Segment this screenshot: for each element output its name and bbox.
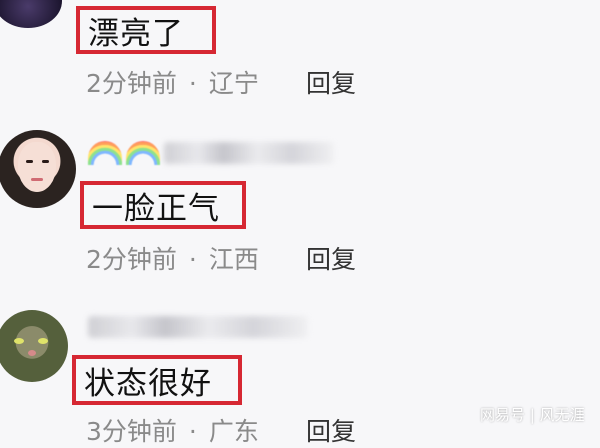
comment-location: 辽宁 (208, 69, 259, 98)
avatar-eye (38, 338, 48, 344)
avatar[interactable] (0, 0, 62, 28)
avatar-mouth (31, 178, 43, 181)
blurred-name (164, 142, 334, 164)
avatar[interactable] (0, 310, 68, 382)
reply-button[interactable]: 回复 (306, 64, 356, 100)
comment-time: 3分钟前 (86, 417, 177, 446)
meta-separator: · (188, 245, 197, 274)
avatar-eye (42, 160, 49, 163)
comment-time: 2分钟前 (86, 69, 177, 98)
avatar-eye (14, 338, 24, 344)
comment-meta: 2分钟前 · 辽宁 (86, 64, 259, 100)
comment-time: 2分钟前 (86, 245, 177, 274)
comment-meta: 2分钟前 · 江西 (86, 240, 259, 276)
meta-separator: · (188, 417, 197, 446)
comment-location: 广东 (208, 417, 259, 446)
rainbow-icon (126, 141, 160, 165)
avatar-nose (28, 350, 36, 356)
comment-text: 漂亮了 (76, 6, 216, 54)
comment-text: 状态很好 (72, 355, 242, 405)
username-blurred[interactable] (88, 314, 308, 340)
avatar-eye (26, 160, 33, 163)
meta-separator: · (188, 69, 197, 98)
avatar[interactable] (0, 130, 76, 208)
watermark: 网易号 | 风无涯 (480, 406, 585, 424)
blurred-name (88, 316, 308, 338)
comment-text: 一脸正气 (80, 181, 246, 229)
comment-location: 江西 (208, 245, 259, 274)
reply-button[interactable]: 回复 (306, 412, 356, 448)
comment-meta: 3分钟前 · 广东 (86, 412, 259, 448)
username-blurred[interactable] (88, 140, 334, 166)
rainbow-icon (88, 141, 122, 165)
avatar-face (18, 142, 56, 192)
reply-button[interactable]: 回复 (306, 240, 356, 276)
